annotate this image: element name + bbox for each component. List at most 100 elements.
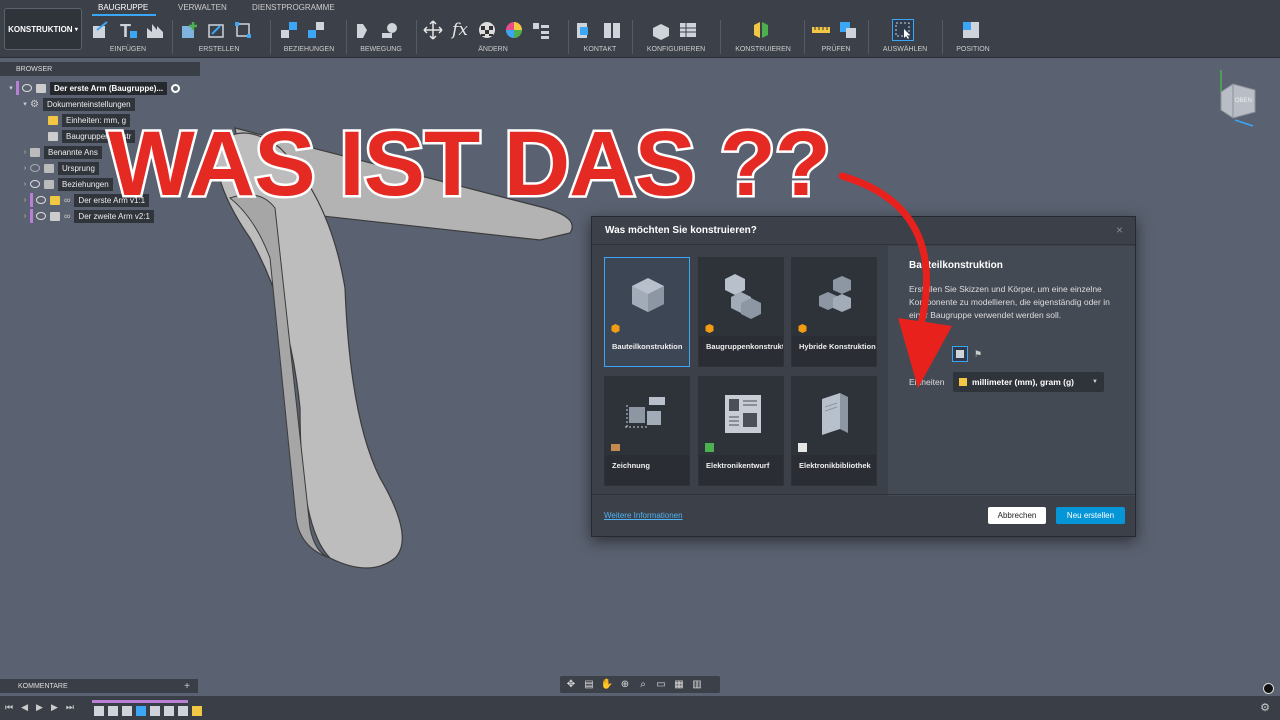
browser-item-label: Dokumenteinstellungen <box>42 97 135 111</box>
chevron-right-icon[interactable]: › <box>20 165 30 172</box>
option-zeichnung[interactable]: Zeichnung <box>604 376 690 486</box>
as-built-joint-icon[interactable] <box>305 19 327 41</box>
status-icon[interactable] <box>1263 683 1274 694</box>
skip-end-icon[interactable]: ⏭ <box>66 702 74 713</box>
bounding-box-icon[interactable] <box>232 19 254 41</box>
group-label: POSITION <box>956 46 990 53</box>
browser-header[interactable]: BROWSER <box>0 62 200 76</box>
eye-icon[interactable] <box>36 212 46 220</box>
browser-item-named-views[interactable]: › Benannte Ans <box>20 145 102 159</box>
manage-materials-icon[interactable] <box>530 19 552 41</box>
capture-position-icon[interactable] <box>960 19 982 41</box>
chevron-down-icon[interactable]: ▾ <box>6 84 16 92</box>
timeline-feature-icon[interactable] <box>178 706 188 716</box>
eye-icon[interactable] <box>30 180 40 188</box>
fit-icon[interactable]: ⌕ <box>636 679 650 690</box>
option-bauteilkonstruktion[interactable]: Bauteilkonstruktion <box>604 257 690 367</box>
tab-dienstprogramme[interactable]: DIENSTPROGRAMME <box>252 3 335 12</box>
enable-contact-icon[interactable] <box>601 19 623 41</box>
chevron-right-icon[interactable]: › <box>20 197 30 204</box>
sketch-icon[interactable] <box>205 19 227 41</box>
appearance-icon[interactable] <box>476 19 498 41</box>
insert-text-icon[interactable]: T <box>117 19 139 41</box>
more-info-link[interactable]: Weitere Informationen <box>604 511 683 520</box>
option-elektronikentwurf[interactable]: Elektronikentwurf <box>698 376 784 486</box>
timeline-feature-icon[interactable] <box>122 706 132 716</box>
move-icon[interactable] <box>422 19 444 41</box>
motion-link-icon[interactable] <box>352 19 374 41</box>
divider <box>868 20 869 54</box>
workspace-dropdown[interactable]: KONSTRUKTION ▾ <box>4 8 82 50</box>
timeline-feature-icon[interactable] <box>108 706 118 716</box>
timeline-feature-icon[interactable] <box>94 706 104 716</box>
group-aendern[interactable]: fx ÄNDERN <box>422 18 564 56</box>
select-icon[interactable] <box>892 19 914 41</box>
motion-study-icon[interactable] <box>379 19 401 41</box>
play-icon[interactable]: ▶ <box>36 702 43 713</box>
comments-panel[interactable]: KOMMENTARE + <box>0 679 198 693</box>
close-icon[interactable]: × <box>1116 223 1123 237</box>
timeline-feature-icon[interactable] <box>150 706 160 716</box>
configuration-table-icon[interactable] <box>677 19 699 41</box>
timeline-feature-icon[interactable] <box>164 706 174 716</box>
zoom-icon[interactable]: ⊕ <box>618 679 632 690</box>
group-konfigurieren[interactable]: KONFIGURIEREN <box>638 18 714 56</box>
tab-baugruppe[interactable]: BAUGRUPPE <box>98 3 148 12</box>
new-component-icon[interactable] <box>178 19 200 41</box>
derive-icon[interactable] <box>750 19 772 41</box>
group-auswaehlen[interactable]: AUSWÄHLEN <box>874 18 936 56</box>
group-beziehungen[interactable]: BEZIEHUNGEN <box>278 18 340 56</box>
tab-verwalten[interactable]: VERWALTEN <box>178 3 227 12</box>
group-label: KONFIGURIEREN <box>646 46 706 53</box>
eye-hidden-icon[interactable] <box>30 164 40 172</box>
chevron-right-icon[interactable]: › <box>20 213 30 220</box>
add-comment-icon[interactable]: + <box>184 681 190 692</box>
group-kontakt[interactable]: KONTAKT <box>574 18 626 56</box>
create-button[interactable]: Neu erstellen <box>1056 507 1125 524</box>
insert-mesh-icon[interactable] <box>144 19 166 41</box>
viewports-icon[interactable]: ▥ <box>690 679 704 690</box>
eye-icon[interactable] <box>36 196 46 204</box>
configure-icon[interactable] <box>650 19 672 41</box>
timeline-feature-icon[interactable] <box>192 706 202 716</box>
measure-icon[interactable] <box>810 19 832 41</box>
cancel-button[interactable]: Abbrechen <box>988 507 1046 524</box>
component-icon <box>50 195 60 205</box>
joint-icon[interactable] <box>278 19 300 41</box>
step-back-icon[interactable]: ◀ <box>21 702 28 713</box>
eye-icon[interactable] <box>22 84 32 92</box>
browser-item-joints[interactable]: › Beziehungen <box>20 177 113 191</box>
chevron-right-icon[interactable]: › <box>20 149 30 156</box>
parameters-icon[interactable]: fx <box>449 19 471 41</box>
chevron-right-icon[interactable]: › <box>20 181 30 188</box>
interference-icon[interactable] <box>837 19 859 41</box>
activate-radio-icon[interactable] <box>171 83 181 93</box>
group-erstellen[interactable]: ERSTELLEN <box>178 18 260 56</box>
group-position[interactable]: POSITION <box>948 18 998 56</box>
browser-item-root[interactable]: ▾ Der erste Arm (Baugruppe)... <box>6 81 181 95</box>
browser-item-origin[interactable]: › Ursprung <box>20 161 99 175</box>
step-forward-icon[interactable]: ▶ <box>51 702 58 713</box>
contact-sets-icon[interactable] <box>574 19 596 41</box>
group-bewegung[interactable]: BEWEGUNG <box>352 18 410 56</box>
group-einfuegen[interactable]: T EINFÜGEN <box>90 18 166 56</box>
browser-item-document-settings[interactable]: ▾ ⚙ Dokumenteinstellungen <box>20 97 135 111</box>
component-icon <box>50 211 60 221</box>
group-label: ERSTELLEN <box>198 46 240 53</box>
group-pruefen[interactable]: PRÜFEN <box>810 18 862 56</box>
color-wheel-icon[interactable] <box>503 19 525 41</box>
skip-start-icon[interactable]: ⏮ <box>5 702 13 713</box>
timeline-feature-icon[interactable] <box>136 706 146 716</box>
pan-icon[interactable]: ✋ <box>600 679 614 690</box>
part-badge-icon <box>611 324 620 333</box>
insert-component-icon[interactable] <box>90 19 112 41</box>
group-konstruieren[interactable]: KONSTRUIEREN <box>726 18 800 56</box>
look-at-icon[interactable]: ▤ <box>582 679 596 690</box>
viewcube[interactable]: OBEN <box>1213 68 1261 128</box>
timeline-settings-icon[interactable]: ⚙ <box>1260 701 1270 714</box>
orbit-icon[interactable]: ✥ <box>564 679 578 690</box>
option-baugruppenkonstruktion[interactable]: Baugruppenkonstruktion <box>698 257 784 367</box>
chevron-down-icon[interactable]: ▾ <box>20 100 30 108</box>
grid-settings-icon[interactable]: ▦ <box>672 679 686 690</box>
display-settings-icon[interactable]: ▭ <box>654 679 668 690</box>
